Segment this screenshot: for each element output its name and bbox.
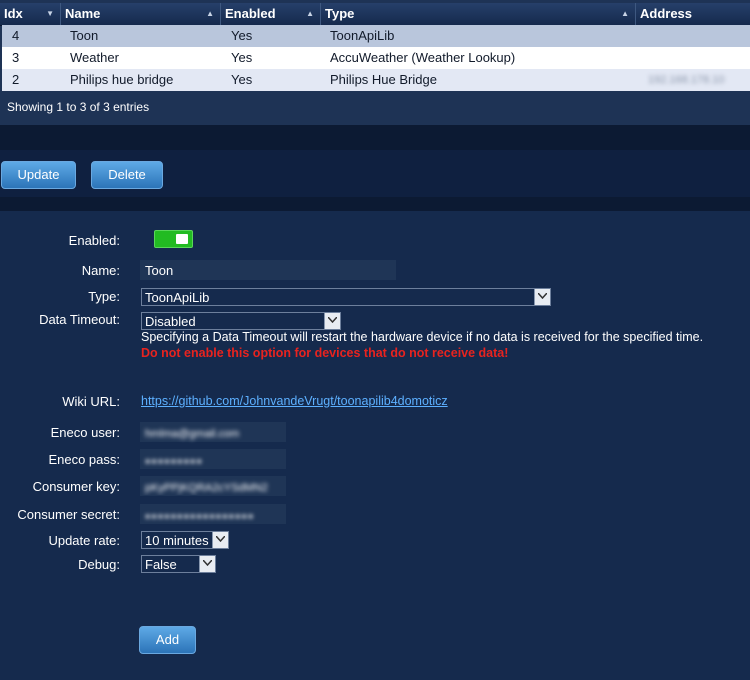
enabled-label: Enabled:	[68, 233, 120, 248]
eneco-user-label: Eneco user:	[50, 425, 120, 440]
wiki-url-link[interactable]: https://github.com/JohnvandeVrugt/toonap…	[141, 394, 448, 408]
column-header-idx[interactable]: Idx ▼	[0, 3, 60, 25]
table-row[interactable]: 3 Weather Yes AccuWeather (Weather Looku…	[2, 47, 750, 69]
section-divider	[0, 197, 750, 211]
eneco-pass-input[interactable]: ●●●●●●●●●	[140, 449, 286, 469]
sort-desc-icon: ▼	[46, 9, 54, 18]
toggle-knob	[176, 234, 188, 244]
chevron-down-icon	[212, 532, 228, 548]
eneco-pass-label: Eneco pass:	[48, 452, 120, 467]
cell-type: ToonApiLib	[330, 28, 395, 43]
wiki-url-label: Wiki URL:	[62, 394, 120, 409]
chevron-down-icon	[324, 313, 340, 329]
type-label: Type:	[88, 289, 120, 304]
cell-idx: 3	[12, 50, 20, 65]
cell-type: AccuWeather (Weather Lookup)	[330, 50, 516, 65]
consumer-key-input[interactable]: pKyPPjKQRA2cYSdMN2	[140, 476, 286, 496]
data-timeout-selected-value: Disabled	[145, 314, 196, 329]
name-input[interactable]: Toon	[140, 260, 396, 280]
hardware-table: Idx ▼ Name ▲ Enabled ▲ Type ▲ Address 4 …	[0, 0, 750, 125]
cell-type: Philips Hue Bridge	[330, 72, 437, 87]
debug-select[interactable]: False	[141, 555, 216, 573]
debug-selected-value: False	[145, 557, 177, 572]
table-header: Idx ▼ Name ▲ Enabled ▲ Type ▲ Address	[0, 3, 750, 26]
consumer-secret-input[interactable]: ●●●●●●●●●●●●●●●●●	[140, 504, 286, 524]
column-header-name[interactable]: Name ▲	[60, 3, 220, 25]
enabled-toggle[interactable]	[154, 230, 193, 248]
cell-name: Philips hue bridge	[70, 72, 174, 87]
debug-label: Debug:	[78, 557, 120, 572]
table-bottom-strip	[0, 125, 750, 150]
chevron-down-icon	[534, 289, 550, 305]
name-label: Name:	[81, 263, 120, 278]
update-button[interactable]: Update	[1, 161, 76, 189]
sort-icon: ▲	[306, 9, 314, 18]
cell-idx: 4	[12, 28, 20, 43]
cell-name: Weather	[70, 50, 119, 65]
column-header-address[interactable]: Address	[635, 3, 750, 25]
column-header-enabled[interactable]: Enabled ▲	[220, 3, 320, 25]
data-timeout-note: Specifying a Data Timeout will restart t…	[141, 330, 704, 344]
table-row[interactable]: 2 Philips hue bridge Yes Philips Hue Bri…	[2, 69, 750, 91]
update-rate-select[interactable]: 10 minutes	[141, 531, 229, 549]
cell-address: 192.168.178.10	[648, 74, 725, 86]
table-row[interactable]: 4 Toon Yes ToonApiLib	[2, 25, 750, 47]
update-rate-label: Update rate:	[48, 533, 120, 548]
update-rate-selected-value: 10 minutes	[145, 533, 209, 548]
eneco-user-input[interactable]: hmlma@gmail.com	[140, 422, 286, 442]
type-select[interactable]: ToonApiLib	[141, 288, 551, 306]
type-selected-value: ToonApiLib	[145, 290, 210, 305]
consumer-secret-label: Consumer secret:	[17, 507, 120, 522]
cell-enabled: Yes	[231, 50, 253, 65]
sort-icon: ▲	[621, 9, 629, 18]
data-timeout-label: Data Timeout:	[39, 312, 120, 327]
cell-enabled: Yes	[231, 72, 253, 87]
table-info: Showing 1 to 3 of 3 entries	[7, 100, 150, 114]
chevron-down-icon	[199, 556, 215, 572]
cell-enabled: Yes	[231, 28, 253, 43]
cell-idx: 2	[12, 72, 20, 87]
data-timeout-select[interactable]: Disabled	[141, 312, 341, 330]
sort-icon: ▲	[206, 9, 214, 18]
data-timeout-warning: Do not enable this option for devices th…	[141, 346, 509, 360]
hardware-form	[0, 211, 750, 680]
add-button[interactable]: Add	[139, 626, 196, 654]
cell-name: Toon	[70, 28, 99, 43]
delete-button[interactable]: Delete	[91, 161, 163, 189]
consumer-key-label: Consumer key:	[32, 479, 120, 494]
column-header-type[interactable]: Type ▲	[320, 3, 635, 25]
